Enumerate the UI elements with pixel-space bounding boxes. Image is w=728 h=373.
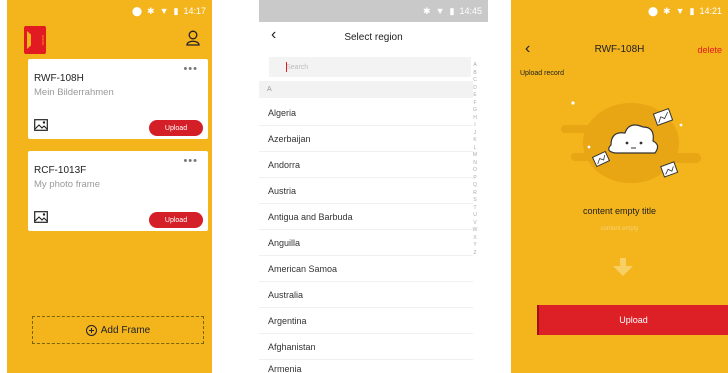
frame-subtitle: Mein Bilderrahmen [34, 87, 114, 98]
more-options-icon[interactable]: ••• [183, 63, 198, 75]
battery-icon: ▮ [449, 5, 455, 16]
upload-button[interactable]: Upload [537, 305, 728, 335]
page-title: RWF-108H [594, 44, 645, 55]
status-bar: ✱ ▼ ▮ 14:45 [259, 0, 488, 22]
index-letter[interactable]: N [473, 160, 477, 168]
bluetooth-icon: ✱ [423, 5, 431, 16]
location-icon: ⬤ [131, 5, 143, 16]
index-letter[interactable]: U [473, 212, 477, 220]
status-time: 14:45 [459, 6, 482, 16]
index-letter[interactable]: P [473, 175, 476, 183]
country-item[interactable]: Armenia [259, 356, 473, 373]
status-time: 14:21 [699, 6, 722, 16]
country-item[interactable]: Azerbaijan [259, 126, 473, 152]
search-input[interactable]: Search [269, 57, 471, 77]
index-letter[interactable]: A [473, 62, 476, 70]
frames-screen: ⬤ ✱ ▼ ▮ 14:17 KODAK RWF-108H Mein Bilder… [7, 0, 212, 373]
more-options-icon[interactable]: ••• [183, 155, 198, 167]
image-icon[interactable] [34, 119, 48, 131]
index-letter[interactable]: D [473, 85, 477, 93]
alphabet-index[interactable]: A B C D E F G H I J K L M N O P Q R S T … [470, 62, 480, 257]
status-bar: ⬤ ✱ ▼ ▮ 14:21 [511, 0, 728, 22]
index-letter[interactable]: E [473, 92, 476, 100]
index-letter[interactable]: C [473, 77, 477, 85]
upload-record-label: Upload record [520, 70, 564, 77]
battery-icon: ▮ [689, 5, 695, 16]
add-circle-icon [85, 324, 97, 336]
index-letter[interactable]: F [473, 100, 476, 108]
image-icon[interactable] [34, 211, 48, 223]
country-item[interactable]: Algeria [259, 100, 473, 126]
index-letter[interactable]: M [473, 152, 477, 160]
status-bar: ⬤ ✱ ▼ ▮ 14:17 [7, 0, 212, 22]
select-region-screen: ✱ ▼ ▮ 14:45 ‹ Select region Search A Alg… [259, 0, 488, 373]
frame-detail-screen: ⬤ ✱ ▼ ▮ 14:21 ‹ RWF-108H delete Upload r… [511, 0, 728, 373]
wifi-icon: ▼ [435, 5, 445, 16]
page-title: Select region [344, 31, 403, 43]
index-letter[interactable]: Y [473, 242, 476, 250]
index-letter[interactable]: J [474, 130, 477, 138]
location-icon: ⬤ [647, 5, 659, 16]
wifi-icon: ▼ [159, 5, 169, 16]
country-item[interactable]: Austria [259, 178, 473, 204]
arrow-down-icon [613, 258, 633, 276]
battery-icon: ▮ [173, 5, 179, 16]
index-letter[interactable]: T [473, 205, 476, 213]
logo-text: KODAK [41, 34, 45, 46]
frame-name: RCF-1013F [34, 165, 87, 176]
index-letter[interactable]: Q [473, 182, 477, 190]
country-item[interactable]: Argentina [259, 308, 473, 334]
empty-state-illustration [561, 101, 701, 183]
empty-state-subtitle: content empty [600, 226, 639, 232]
add-frame-label: Add Frame [100, 324, 151, 336]
index-letter[interactable]: L [474, 145, 477, 153]
status-time: 14:17 [183, 6, 206, 16]
country-item[interactable]: American Samoa [259, 256, 473, 282]
upload-button[interactable]: Upload [149, 212, 203, 228]
frame-name: RWF-108H [34, 73, 84, 84]
index-letter[interactable]: S [473, 197, 476, 205]
index-letter[interactable]: K [473, 137, 476, 145]
user-profile-icon[interactable] [186, 30, 200, 46]
section-header: A [259, 81, 473, 98]
country-item[interactable]: Australia [259, 282, 473, 308]
bluetooth-icon: ✱ [147, 5, 155, 16]
frame-subtitle: My photo frame [34, 179, 100, 190]
index-letter[interactable]: V [473, 220, 476, 228]
search-placeholder: Search [286, 63, 309, 71]
index-letter[interactable]: H [473, 115, 477, 123]
add-frame-button[interactable]: Add Frame [32, 316, 204, 344]
index-letter[interactable]: W [473, 227, 478, 235]
index-letter[interactable]: R [473, 190, 477, 198]
empty-state-title: content empty title [582, 206, 657, 216]
index-letter[interactable]: X [473, 235, 476, 243]
index-letter[interactable]: B [473, 70, 476, 78]
frame-card[interactable]: RCF-1013F My photo frame ••• Upload [28, 151, 208, 231]
index-letter[interactable]: G [473, 107, 477, 115]
upload-button[interactable]: Upload [149, 120, 203, 136]
country-item[interactable]: Andorra [259, 152, 473, 178]
delete-button[interactable]: delete [697, 45, 722, 55]
wifi-icon: ▼ [675, 5, 685, 16]
index-letter[interactable]: I [474, 122, 475, 130]
country-item[interactable]: Anguilla [259, 230, 473, 256]
kodak-logo: KODAK [24, 26, 46, 54]
frame-card[interactable]: RWF-108H Mein Bilderrahmen ••• Upload [28, 59, 208, 139]
index-letter[interactable]: Z [473, 250, 476, 258]
text-cursor [286, 62, 287, 72]
country-item[interactable]: Antigua and Barbuda [259, 204, 473, 230]
bluetooth-icon: ✱ [663, 5, 671, 16]
index-letter[interactable]: O [473, 167, 477, 175]
